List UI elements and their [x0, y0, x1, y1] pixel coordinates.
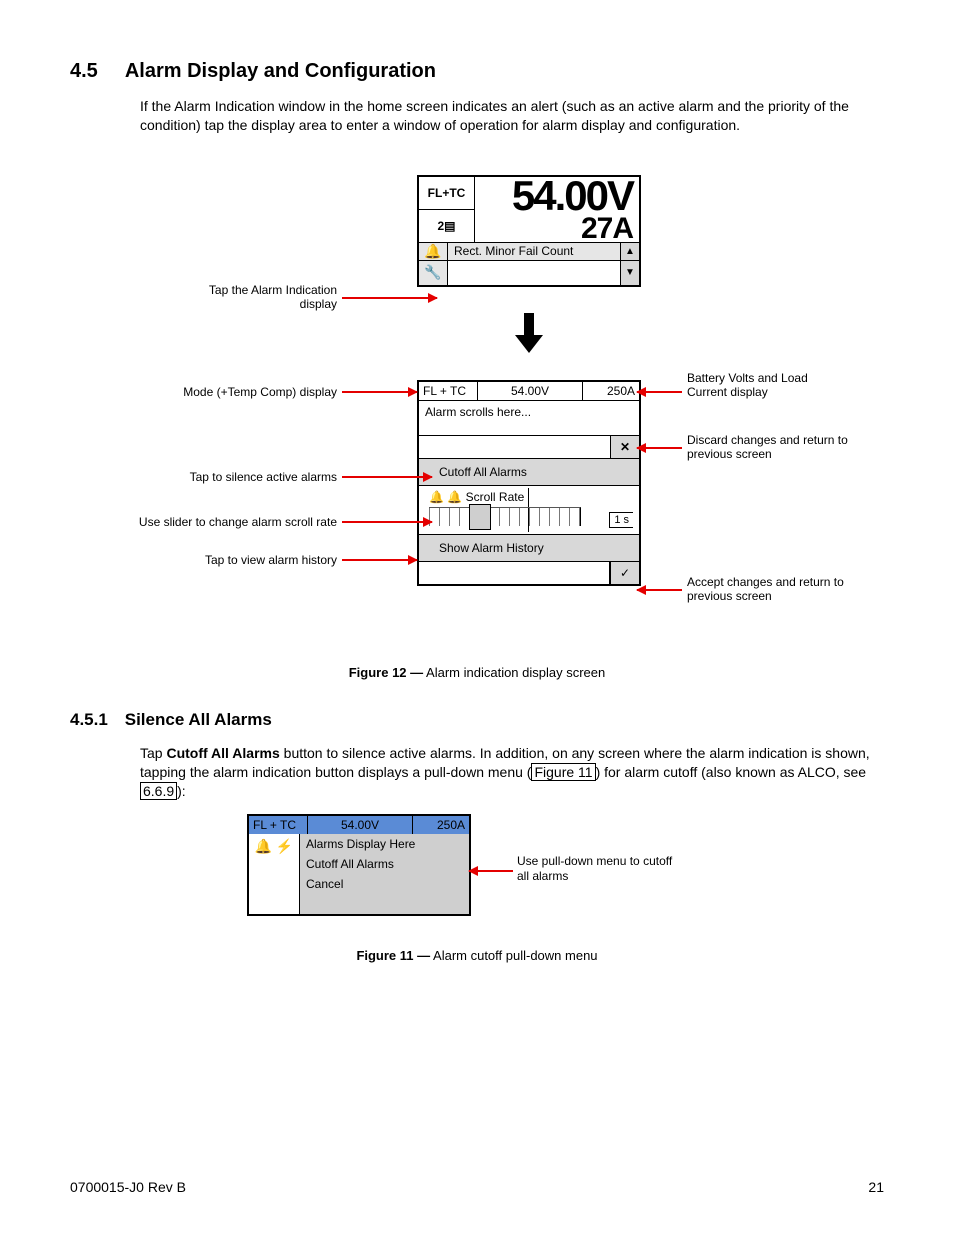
alarm-message: Rect. Minor Fail Count	[448, 243, 620, 260]
callout-discard: Discard changes and return to previous s…	[687, 433, 867, 462]
callout-accept: Accept changes and return to previous sc…	[687, 575, 867, 604]
alarm-icons: 🔔 ⚡	[249, 834, 300, 914]
doc-id: 0700015-J0 Rev B	[70, 1179, 186, 1195]
arrow-icon	[342, 476, 432, 478]
callout-tap-alarm: Tap the Alarm Indication display	[177, 283, 337, 312]
home-screen-device: FL+TC 2 ▤ 54.00V 27A 🔔 Rect. Minor Fail …	[417, 175, 641, 287]
figure-12: FL+TC 2 ▤ 54.00V 27A 🔔 Rect. Minor Fail …	[127, 175, 827, 655]
callout-mode-display: Mode (+Temp Comp) display	[157, 385, 337, 399]
arrow-icon	[469, 870, 513, 872]
amps-cell: 250A	[583, 382, 639, 400]
scroll-rate-value: 1 s	[609, 512, 633, 528]
arrow-icon	[342, 521, 432, 523]
callout-silence: Tap to silence active alarms	[157, 470, 337, 484]
figure-11-caption: Figure 11 — Alarm cutoff pull-down menu	[70, 948, 884, 963]
alarm-config-device: FL + TC 54.00V 250A Alarm scrolls here..…	[417, 380, 641, 586]
section-669-ref[interactable]: 6.6.9	[140, 782, 177, 800]
count-indicator: 2 ▤	[419, 210, 474, 242]
scroll-up-icon[interactable]: ▲	[620, 243, 639, 260]
mode-indicator: FL+TC	[419, 177, 474, 210]
section-number: 4.5	[70, 60, 120, 83]
callout-pulldown: Use pull-down menu to cutoff all alarms	[517, 854, 687, 883]
arrow-icon	[342, 559, 417, 561]
show-alarm-history-button[interactable]: Show Alarm History	[419, 535, 639, 562]
subsection-number: 4.5.1	[70, 710, 120, 730]
alarm-indication-row[interactable]: 🔔 Rect. Minor Fail Count ▲	[419, 243, 639, 261]
pulldown-menu: Alarms Display Here Cutoff All Alarms Ca…	[300, 834, 469, 914]
scroll-down-icon[interactable]: ▼	[620, 261, 639, 285]
mode-cell: FL + TC	[419, 382, 478, 400]
arrow-icon	[637, 391, 682, 393]
subsection-heading: 4.5.1 Silence All Alarms	[70, 710, 884, 730]
menu-item-cutoff[interactable]: Cutoff All Alarms	[300, 854, 469, 874]
volts-cell: 54.00V	[308, 816, 413, 834]
amps-cell: 250A	[413, 816, 469, 834]
mode-cell: FL + TC	[249, 816, 308, 834]
accept-button[interactable]: ✓	[610, 562, 639, 584]
figure-11-ref[interactable]: Figure 11	[531, 763, 595, 781]
slider-thumb[interactable]	[469, 504, 491, 530]
volts-cell: 54.00V	[478, 382, 583, 400]
figure-11: FL + TC 54.00V 250A 🔔 ⚡ Alarms Display H…	[217, 814, 737, 944]
figure-12-caption: Figure 12 — Alarm indication display scr…	[70, 665, 884, 680]
subsection-paragraph: Tap Cutoff All Alarms button to silence …	[140, 744, 884, 801]
arrow-icon	[637, 447, 682, 449]
section-title: Alarm Display and Configuration	[125, 60, 436, 82]
menu-item-cancel[interactable]: Cancel	[300, 874, 469, 894]
voltage-readout: 54.00V	[475, 177, 633, 215]
cutoff-all-alarms-button[interactable]: Cutoff All Alarms	[419, 459, 639, 486]
callout-slider: Use slider to change alarm scroll rate	[97, 515, 337, 529]
subsection-title: Silence All Alarms	[125, 710, 272, 729]
pulldown-device: FL + TC 54.00V 250A 🔔 ⚡ Alarms Display H…	[247, 814, 471, 916]
alarm-scroll-area: Alarm scrolls here...	[419, 401, 639, 436]
page-footer: 0700015-J0 Rev B 21	[70, 1179, 884, 1195]
callout-history: Tap to view alarm history	[157, 553, 337, 567]
arrow-icon	[342, 391, 417, 393]
wrench-icon[interactable]: 🔧	[419, 261, 448, 285]
scroll-rate-slider[interactable]: 🔔 🔔 Scroll Rate 1 s	[419, 486, 639, 535]
arrow-icon	[342, 297, 437, 299]
page-number: 21	[868, 1179, 884, 1195]
menu-item-display[interactable]: Alarms Display Here	[300, 834, 469, 854]
close-button[interactable]: ✕	[611, 436, 639, 458]
section-heading: 4.5 Alarm Display and Configuration	[70, 60, 884, 83]
bell-icon: 🔔	[419, 243, 448, 260]
section-paragraph: If the Alarm Indication window in the ho…	[140, 97, 884, 135]
arrow-icon	[637, 589, 682, 591]
callout-battery: Battery Volts and Load Current display	[687, 371, 847, 400]
